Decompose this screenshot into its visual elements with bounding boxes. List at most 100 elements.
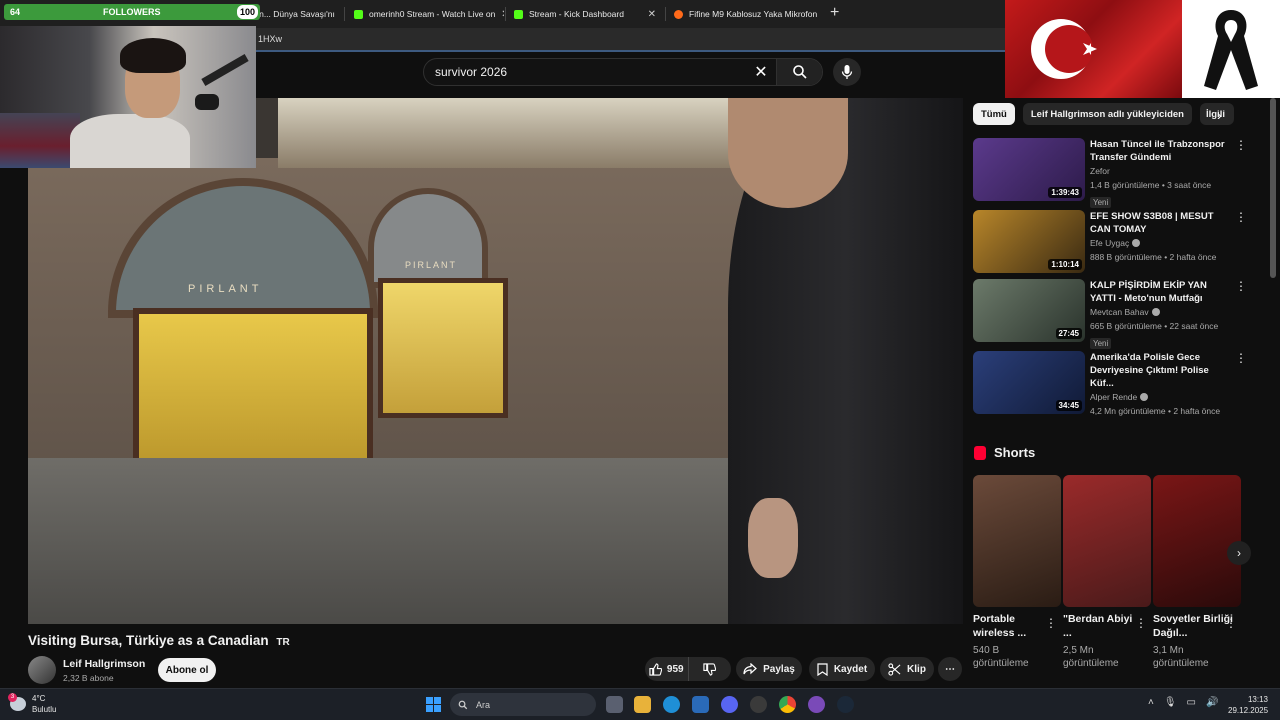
short-title[interactable]: Portable wireless ... [973,612,1053,640]
bookmark-icon [817,662,828,676]
voice-search-button[interactable] [833,58,861,86]
microphone-icon[interactable]: 🎙 [1164,697,1177,708]
shop-icon [674,9,683,19]
more-vertical-icon[interactable]: ⋮ [1225,616,1237,630]
taskbar-search-placeholder: Ara [476,699,491,710]
browser-tab-kick-stream[interactable]: omerinh0 Stream - Watch Live on ✕ [346,3,504,25]
network-app-icon[interactable] [692,696,709,713]
share-button[interactable]: Paylaş [736,657,802,681]
recommended-channel[interactable]: Mevtcan Bahav [1090,306,1230,319]
obs-icon[interactable] [750,696,767,713]
volume-icon[interactable]: 🔊 [1206,697,1218,708]
recommended-video[interactable]: 27:45 KALP PİŞİRDİM EKİP YAN YATTI - Met… [973,279,1253,349]
edge-icon[interactable] [663,696,680,713]
clip-button[interactable]: Klip [880,657,934,681]
recommended-title[interactable]: KALP PİŞİRDİM EKİP YAN YATTI - Meto'nun … [1090,279,1230,305]
video-thumbnail[interactable]: 1:10:14 [973,210,1085,273]
more-vertical-icon[interactable]: ⋮ [1135,616,1147,630]
like-button[interactable]: 959 [645,657,689,681]
taskbar-search[interactable]: Ara [450,693,596,716]
share-icon [743,663,758,675]
display-icon[interactable]: ▭ [1187,697,1196,708]
recommended-channel[interactable]: Zefor [1090,165,1230,178]
video-duration: 1:10:14 [1048,259,1082,270]
recommended-title[interactable]: EFE SHOW S3B08 | MESUT CAN TOMAY [1090,210,1230,236]
dislike-button[interactable] [689,657,732,681]
search-box[interactable]: survivor 2026 ✕ [423,58,823,86]
page-scrollbar[interactable] [1270,98,1276,278]
webcam-overlay [0,26,256,168]
chip-all[interactable]: Tümü [973,103,1015,125]
more-vertical-icon[interactable]: ⋮ [1235,210,1247,224]
recommended-title[interactable]: Amerika'da Polisle Gece Devriyesine Çıkt… [1090,351,1230,390]
channel-avatar[interactable] [28,656,56,684]
subscribe-button[interactable]: Abone ol [158,658,216,682]
scissors-icon [888,662,901,676]
chrome-icon[interactable] [779,696,796,713]
clock-date: 29.12.2025 [1228,706,1269,715]
recommended-video[interactable]: 1:10:14 EFE SHOW S3B08 | MESUT CAN TOMAY… [973,210,1253,274]
short-thumbnail[interactable] [1153,475,1241,607]
tab-label: omerinh0 Stream - Watch Live on [369,9,496,19]
followers-goal: 100 [236,5,258,19]
file-explorer-icon[interactable] [634,696,651,713]
discord-icon[interactable] [721,696,738,713]
task-view-icon[interactable] [606,696,623,713]
recommended-video[interactable]: 34:45 Amerika'da Polisle Gece Devriyesin… [973,351,1253,416]
short-thumbnail[interactable] [973,475,1061,607]
recommended-channel[interactable]: Alper Rende [1090,391,1230,404]
clock-time: 13:13 [1247,695,1268,704]
recommended-video[interactable]: 1:39:43 Hasan Tüncel ile Trabzonspor Tra… [973,138,1253,208]
steam-icon[interactable] [837,696,854,713]
chevron-up-icon[interactable]: ˄ [1148,697,1154,708]
video-thumbnail[interactable]: 27:45 [973,279,1085,342]
search-icon [458,700,468,709]
close-icon[interactable]: ✕ [648,9,656,20]
app-icon[interactable] [808,696,825,713]
verified-icon [1140,393,1149,401]
search-button[interactable] [776,59,822,85]
save-label: Kaydet [833,663,868,675]
short-title[interactable]: "Berdan Abiyi ... [1063,612,1143,640]
weather-temp: 4°C [32,694,46,703]
close-icon[interactable]: ✕ [501,9,504,20]
more-vertical-icon[interactable]: ⋮ [1045,616,1057,630]
video-thumbnail[interactable]: 34:45 [973,351,1085,414]
recommended-channel[interactable]: Efe Uygaç [1090,237,1230,250]
browser-tab-shop[interactable]: Fifine M9 Kablosuz Yaka Mikrofon ✕ [666,3,824,25]
clear-search-icon[interactable]: ✕ [746,62,776,82]
browser-tab-kick-dashboard[interactable]: Stream - Kick Dashboard ✕ [506,3,664,25]
tab-label: Stream - Kick Dashboard [529,9,624,19]
subscriber-count: 2,32 B abone [63,673,114,683]
short-views: 540 B görüntüleme [973,645,1029,669]
short-thumbnail[interactable] [1063,475,1151,607]
clock[interactable]: 13:13 29.12.2025 [1228,694,1268,716]
chevron-right-icon[interactable]: › [1217,107,1222,123]
weather-widget[interactable]: 3 4°C Bulutlu [8,693,56,715]
cloud-icon: 3 [8,693,26,711]
like-dislike-group: 959 [645,657,731,681]
save-button[interactable]: Kaydet [809,657,875,681]
more-vertical-icon[interactable]: ⋮ [1235,351,1247,365]
tab-label: Fifine M9 Kablosuz Yaka Mikrofon [689,9,818,19]
verified-icon [1132,239,1141,247]
more-vertical-icon[interactable]: ⋮ [1235,138,1247,152]
kick-icon [514,9,523,19]
followers-label: FOLLOWERS [103,7,161,17]
chip-from-uploader[interactable]: Leif Hallgrimson adlı yükleyiciden [1022,103,1192,125]
chevron-right-icon[interactable]: › [1227,541,1251,565]
video-duration: 1:39:43 [1048,187,1082,198]
short-title[interactable]: Sovyetler Birliği Dağıl... [1153,612,1233,640]
more-vertical-icon[interactable]: ⋮ [1235,279,1247,293]
channel-name[interactable]: Leif Hallgrimson [63,658,145,670]
recommended-title[interactable]: Hasan Tüncel ile Trabzonspor Transfer Gü… [1090,138,1230,164]
video-player[interactable]: PIRLANT PIRLANT [28,98,963,624]
windows-start-icon[interactable] [426,697,441,712]
close-icon[interactable]: ✕ [823,9,824,20]
mourning-ribbon-icon [1182,0,1280,98]
search-input[interactable]: survivor 2026 [424,65,746,79]
video-thumbnail[interactable]: 1:39:43 [973,138,1085,201]
more-actions-button[interactable]: ⋯ [938,657,962,681]
video-frame-hand [748,498,798,578]
new-tab-button[interactable]: + [830,4,839,22]
